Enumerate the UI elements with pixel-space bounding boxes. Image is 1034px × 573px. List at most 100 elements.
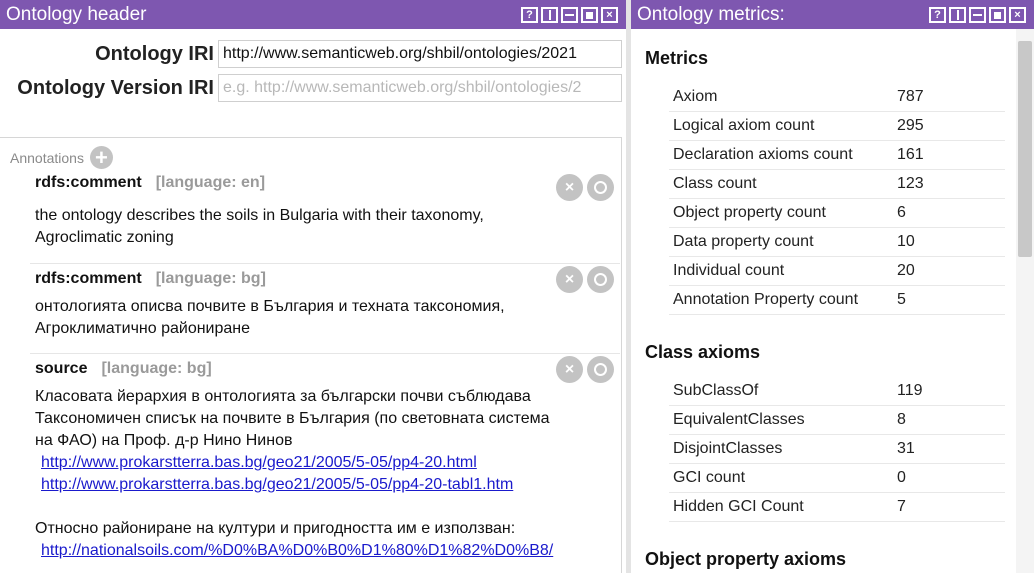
add-annotation-icon[interactable]: + (89, 146, 113, 169)
class-axioms-section-title: Class axioms (645, 342, 761, 362)
annotation-value: Класовата йерархия в онтологията за бълг… (35, 386, 615, 562)
metric-value: 31 (897, 440, 915, 457)
vertical-scrollbar[interactable] (1016, 29, 1034, 573)
annotation-text-line: Agroclimatic zoning (35, 229, 174, 246)
ontology-metrics-panel: Ontology metrics: ? × Metrics Axiom 787 L… (631, 0, 1034, 573)
version-iri-row: Ontology Version IRI (0, 74, 626, 102)
close-icon[interactable]: × (1009, 7, 1026, 23)
metric-row: Individual count 20 (669, 257, 1005, 286)
edit-annotation-icon[interactable] (587, 174, 614, 201)
metric-label: Object property count (673, 204, 826, 221)
edit-annotation-icon[interactable] (587, 356, 614, 383)
metric-value: 161 (897, 146, 924, 163)
annotation-property[interactable]: source (35, 360, 87, 377)
delete-annotation-icon[interactable]: × (556, 174, 583, 201)
annotation-text-line: Класовата йерархия в онтологията за бълг… (35, 388, 531, 405)
maximize-icon[interactable] (581, 7, 598, 23)
metric-row: Declaration axioms count 161 (669, 141, 1005, 170)
annotation-title: rdfs:comment [language: en] (35, 174, 265, 192)
metric-value: 0 (897, 469, 906, 486)
metric-value: 7 (897, 498, 906, 515)
ontology-header-panel: Ontology header ? × Ontology IRI Ontolog… (0, 0, 626, 573)
edit-annotation-icon[interactable] (587, 266, 614, 293)
metric-row: Annotation Property count 5 (669, 286, 1005, 315)
annotation-value: the ontology describes the soils in Bulg… (35, 205, 615, 249)
annotations-section: Annotations + rdfs:comment [language: en]… (0, 137, 622, 573)
metric-row: GCI count 0 (669, 464, 1005, 493)
annotation-item: rdfs:comment [language: bg] × онтологията… (30, 264, 620, 354)
metric-value: 123 (897, 175, 924, 192)
ontology-iri-input[interactable] (218, 40, 622, 68)
metric-label: Axiom (673, 88, 718, 105)
ontology-iri-label: Ontology IRI (95, 43, 214, 65)
scrollbar-thumb[interactable] (1018, 41, 1032, 257)
annotation-title: rdfs:comment [language: bg] (35, 270, 266, 288)
split-view-icon[interactable] (541, 7, 558, 23)
annotations-header: Annotations + (10, 146, 113, 169)
annotation-language: [language: bg] (155, 270, 266, 287)
metric-value: 787 (897, 88, 924, 105)
source-link[interactable]: http://nationalsoils.com/%D0%BA%D0%B0%D1… (35, 540, 615, 562)
ontology-iri-row: Ontology IRI (0, 40, 626, 68)
annotation-item: source [language: bg] × Класовата йерархи… (30, 354, 620, 573)
annotation-actions: × (556, 266, 614, 293)
source-link[interactable]: http://www.prokarstterra.bas.bg/geo21/20… (35, 474, 615, 496)
metric-row: Hidden GCI Count 7 (669, 493, 1005, 522)
annotation-text-line: Агроклиматично райониране (35, 320, 251, 337)
close-icon[interactable]: × (601, 7, 618, 23)
object-property-axioms-section-title: Object property axioms (645, 549, 847, 569)
annotation-actions: × (556, 356, 614, 383)
metric-label: SubClassOf (673, 382, 759, 399)
metric-row: Axiom 787 (669, 83, 1005, 112)
help-icon[interactable]: ? (521, 7, 538, 23)
metric-value: 119 (897, 382, 923, 399)
metrics-section-title: Metrics (645, 48, 709, 68)
metric-label: Class count (673, 175, 757, 192)
help-icon[interactable]: ? (929, 7, 946, 23)
metric-row: Class count 123 (669, 170, 1005, 199)
source-link[interactable]: http://www.prokarstterra.bas.bg/geo21/20… (35, 452, 615, 474)
metric-label: Data property count (673, 233, 814, 250)
annotations-label: Annotations (10, 149, 84, 166)
annotation-value: онтологията описва почвите в България и … (35, 296, 615, 340)
annotation-text-line: the ontology describes the soils in Bulg… (35, 207, 484, 224)
metric-label: GCI count (673, 469, 746, 486)
minimize-icon[interactable] (969, 7, 986, 23)
metric-value: 10 (897, 233, 915, 250)
metric-value: 5 (897, 291, 906, 308)
version-iri-input[interactable] (218, 74, 622, 102)
metric-value: 20 (897, 262, 915, 279)
metric-value: 295 (897, 117, 924, 134)
annotation-text-line: онтологията описва почвите в България и … (35, 298, 505, 315)
ontology-header-titlebar: Ontology header ? × (0, 0, 626, 29)
metric-label: EquivalentClasses (673, 411, 805, 428)
annotation-actions: × (556, 174, 614, 201)
panel-title: Ontology metrics: (637, 4, 785, 25)
panel-title: Ontology header (6, 4, 147, 25)
metric-row: SubClassOf 119 (669, 377, 1005, 406)
metric-label: Annotation Property count (673, 291, 859, 308)
annotation-item: rdfs:comment [language: en] × the ontolog… (30, 174, 620, 264)
delete-annotation-icon[interactable]: × (556, 356, 583, 383)
delete-annotation-icon[interactable]: × (556, 266, 583, 293)
version-iri-label: Ontology Version IRI (17, 77, 214, 99)
split-view-icon[interactable] (949, 7, 966, 23)
metric-label: Declaration axioms count (673, 146, 853, 163)
metric-label: Hidden GCI Count (673, 498, 804, 515)
metric-row: Object property count 6 (669, 199, 1005, 228)
metric-row: Data property count 10 (669, 228, 1005, 257)
metric-row: Logical axiom count 295 (669, 112, 1005, 141)
annotation-property[interactable]: rdfs:comment (35, 270, 142, 287)
annotation-property[interactable]: rdfs:comment (35, 174, 142, 191)
panel-window-buttons: ? × (929, 7, 1026, 23)
annotation-language: [language: bg] (101, 360, 212, 377)
annotation-text-line: Относно райониране на култури и пригодно… (35, 520, 516, 537)
metric-label: Logical axiom count (673, 117, 815, 134)
panel-window-buttons: ? × (521, 7, 618, 23)
maximize-icon[interactable] (989, 7, 1006, 23)
minimize-icon[interactable] (561, 7, 578, 23)
annotation-text-line: на ФАО) на Проф. д-р Нино Нинов (35, 432, 293, 449)
metric-row: EquivalentClasses 8 (669, 406, 1005, 435)
metric-label: DisjointClasses (673, 440, 783, 457)
